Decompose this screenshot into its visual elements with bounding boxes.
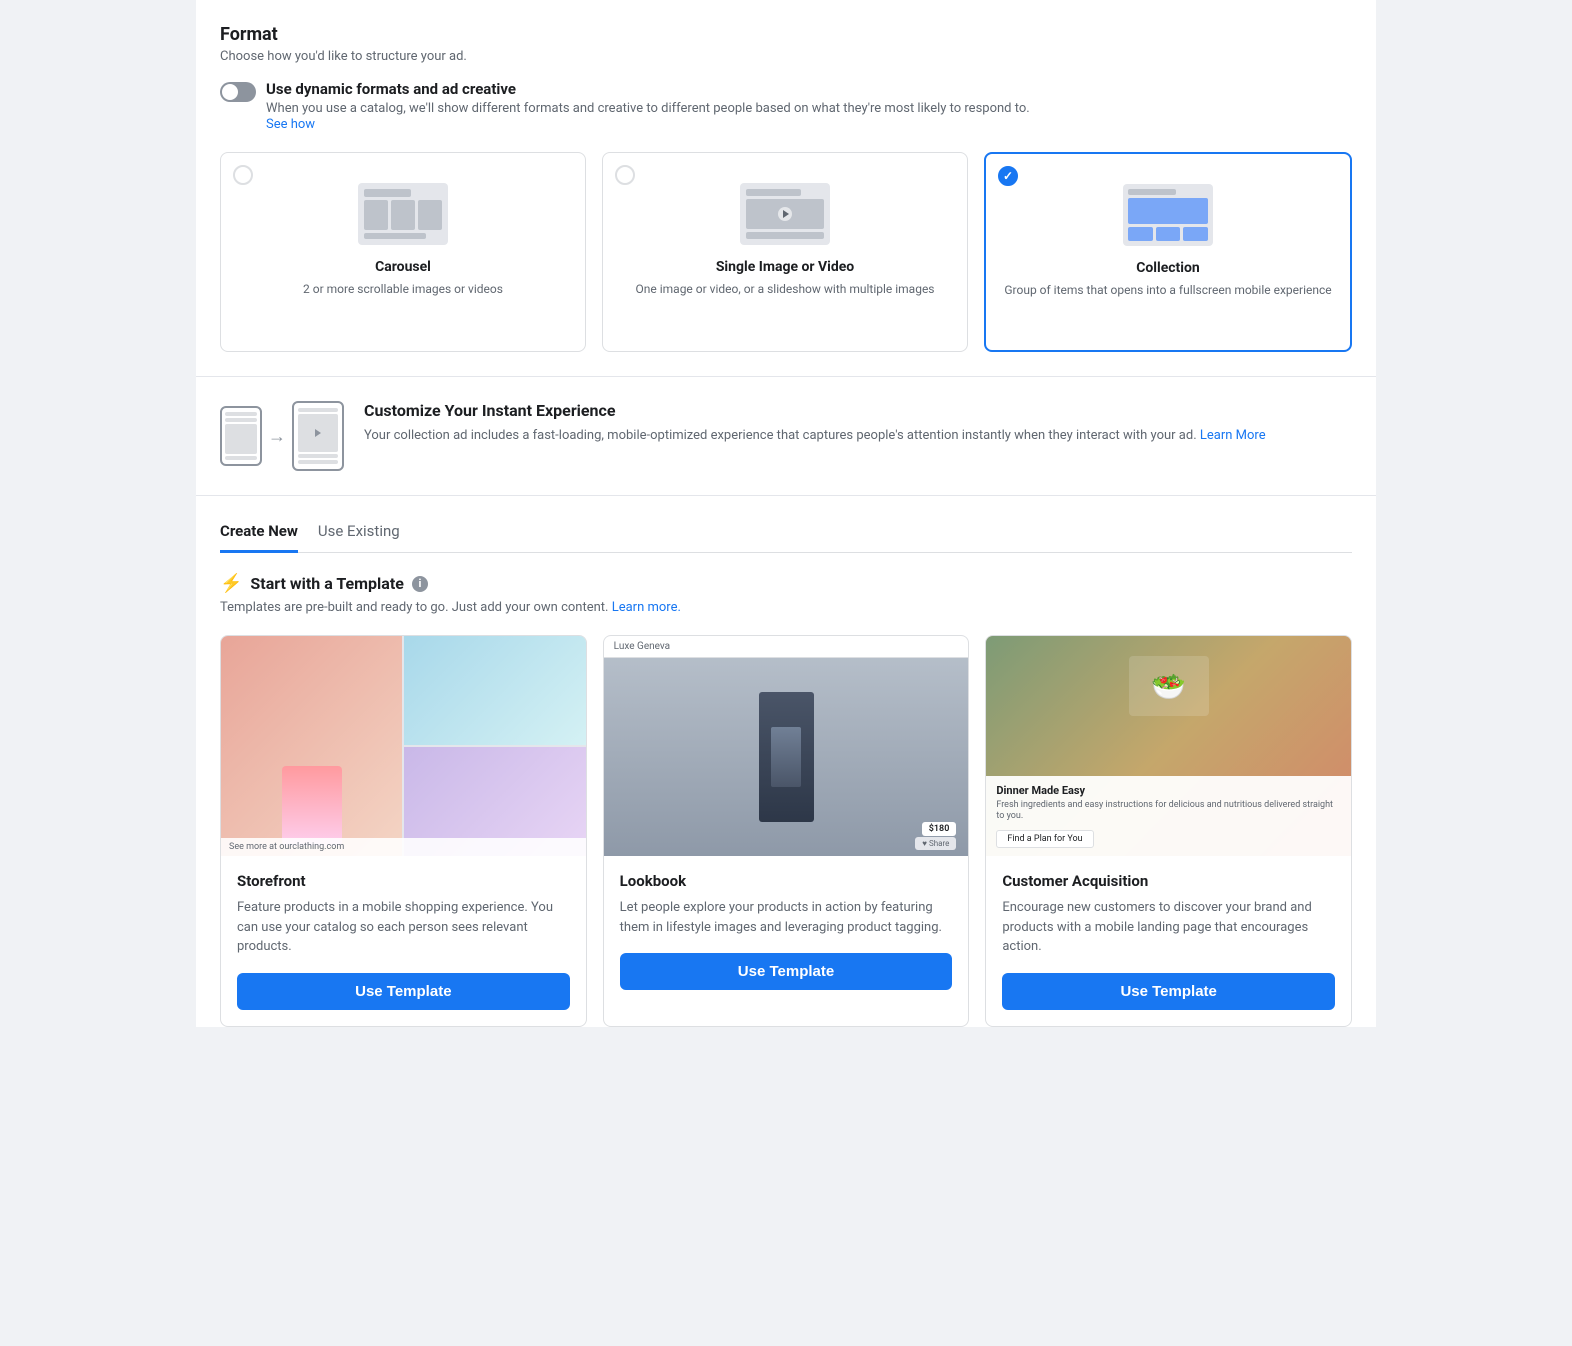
lookbook-share-tag: ♥ Share	[915, 837, 956, 850]
see-how-link[interactable]: See how	[266, 117, 315, 132]
single-desc: One image or video, or a slideshow with …	[636, 281, 935, 298]
carousel-icon	[358, 183, 448, 245]
template-subtext: Templates are pre-built and ready to go.…	[220, 600, 1352, 615]
toggle-label: Use dynamic formats and ad creative	[266, 80, 1030, 98]
template-card-lookbook: Luxe Geneva $180 ♥ Share Lookbook Let	[603, 635, 970, 1027]
lookbook-desc: Let people explore your products in acti…	[620, 898, 953, 937]
tabs-section: Create New Use Existing ⚡ Start with a T…	[220, 496, 1352, 1027]
ca-overlay-btn: Find a Plan for You	[996, 830, 1093, 848]
template-learn-more-link[interactable]: Learn more.	[612, 600, 681, 615]
tabs-row: Create New Use Existing	[220, 512, 1352, 553]
format-cards-container: Carousel 2 or more scrollable images or …	[220, 152, 1352, 352]
template-sub-text: Templates are pre-built and ready to go.…	[220, 600, 608, 615]
format-card-collection[interactable]: Collection Group of items that opens int…	[984, 152, 1352, 352]
format-section: Format Choose how you'd like to structur…	[220, 24, 1352, 352]
lookbook-body: Lookbook Let people explore your product…	[604, 856, 969, 1006]
template-cards-container: See more at ourclathing.com Storefront F…	[220, 635, 1352, 1027]
arrow-icon: →	[268, 426, 286, 447]
lookbook-top-bar: Luxe Geneva	[604, 636, 969, 658]
storefront-image: See more at ourclathing.com	[221, 636, 586, 856]
format-card-carousel[interactable]: Carousel 2 or more scrollable images or …	[220, 152, 586, 352]
ca-title: Customer Acquisition	[1002, 872, 1335, 890]
storefront-body: Storefront Feature products in a mobile …	[221, 856, 586, 1026]
format-subtitle: Choose how you'd like to structure your …	[220, 49, 1352, 64]
single-icon	[740, 183, 830, 245]
tab-use-existing[interactable]: Use Existing	[318, 512, 400, 553]
storefront-desc: Feature products in a mobile shopping ex…	[237, 898, 570, 957]
format-card-single[interactable]: Single Image or Video One image or video…	[602, 152, 968, 352]
format-title: Format	[220, 24, 1352, 45]
carousel-radio	[233, 165, 253, 185]
lookbook-image: Luxe Geneva $180 ♥ Share	[604, 636, 969, 856]
dynamic-format-toggle-row: Use dynamic formats and ad creative When…	[220, 80, 1352, 132]
ca-overlay-title: Dinner Made Easy	[996, 784, 1341, 797]
customer-acquisition-use-template-button[interactable]: Use Template	[1002, 973, 1335, 1010]
lookbook-use-template-button[interactable]: Use Template	[620, 953, 953, 990]
template-heading: ⚡ Start with a Template i	[220, 573, 1352, 594]
ie-description: Your collection ad includes a fast-loadi…	[364, 426, 1266, 446]
instant-experience-text: Customize Your Instant Experience Your c…	[364, 401, 1266, 446]
toggle-text-group: Use dynamic formats and ad creative When…	[266, 80, 1030, 132]
tab-create-new[interactable]: Create New	[220, 512, 298, 553]
customer-acquisition-body: Customer Acquisition Encourage new custo…	[986, 856, 1351, 1026]
single-radio	[615, 165, 635, 185]
ie-title: Customize Your Instant Experience	[364, 401, 1266, 420]
storefront-use-template-button[interactable]: Use Template	[237, 973, 570, 1010]
instant-experience-section: → Customize Your Instant Experience Your…	[220, 377, 1352, 495]
carousel-title: Carousel	[375, 259, 431, 275]
collection-radio	[998, 166, 1018, 186]
toggle-description: When you use a catalog, we'll show diffe…	[266, 101, 1030, 116]
collection-desc: Group of items that opens into a fullscr…	[1004, 282, 1331, 299]
dynamic-format-toggle[interactable]	[220, 82, 256, 102]
lookbook-title: Lookbook	[620, 872, 953, 890]
collection-icon	[1123, 184, 1213, 246]
ca-overlay-desc: Fresh ingredients and easy instructions …	[996, 800, 1341, 823]
storefront-title: Storefront	[237, 872, 570, 890]
template-heading-text: Start with a Template	[250, 574, 403, 593]
storefront-bottom-bar: See more at ourclathing.com	[221, 838, 586, 856]
template-card-customer-acquisition: 🥗 Dinner Made Easy Fresh ingredients and…	[985, 635, 1352, 1027]
ie-desc-text: Your collection ad includes a fast-loadi…	[364, 428, 1197, 443]
template-card-storefront: See more at ourclathing.com Storefront F…	[220, 635, 587, 1027]
collection-title: Collection	[1136, 260, 1200, 276]
ie-phones-icon: →	[220, 401, 344, 471]
single-title: Single Image or Video	[716, 259, 854, 275]
phone-small-icon	[220, 406, 262, 466]
lookbook-price-tag: $180	[922, 822, 957, 836]
ie-learn-more-link[interactable]: Learn More	[1200, 428, 1266, 443]
customer-acquisition-image: 🥗 Dinner Made Easy Fresh ingredients and…	[986, 636, 1351, 856]
bolt-icon: ⚡	[220, 573, 242, 594]
carousel-desc: 2 or more scrollable images or videos	[303, 281, 503, 298]
phone-big-icon	[292, 401, 344, 471]
ca-overlay: Dinner Made Easy Fresh ingredients and e…	[986, 776, 1351, 856]
info-icon[interactable]: i	[412, 576, 428, 592]
ca-desc: Encourage new customers to discover your…	[1002, 898, 1335, 957]
